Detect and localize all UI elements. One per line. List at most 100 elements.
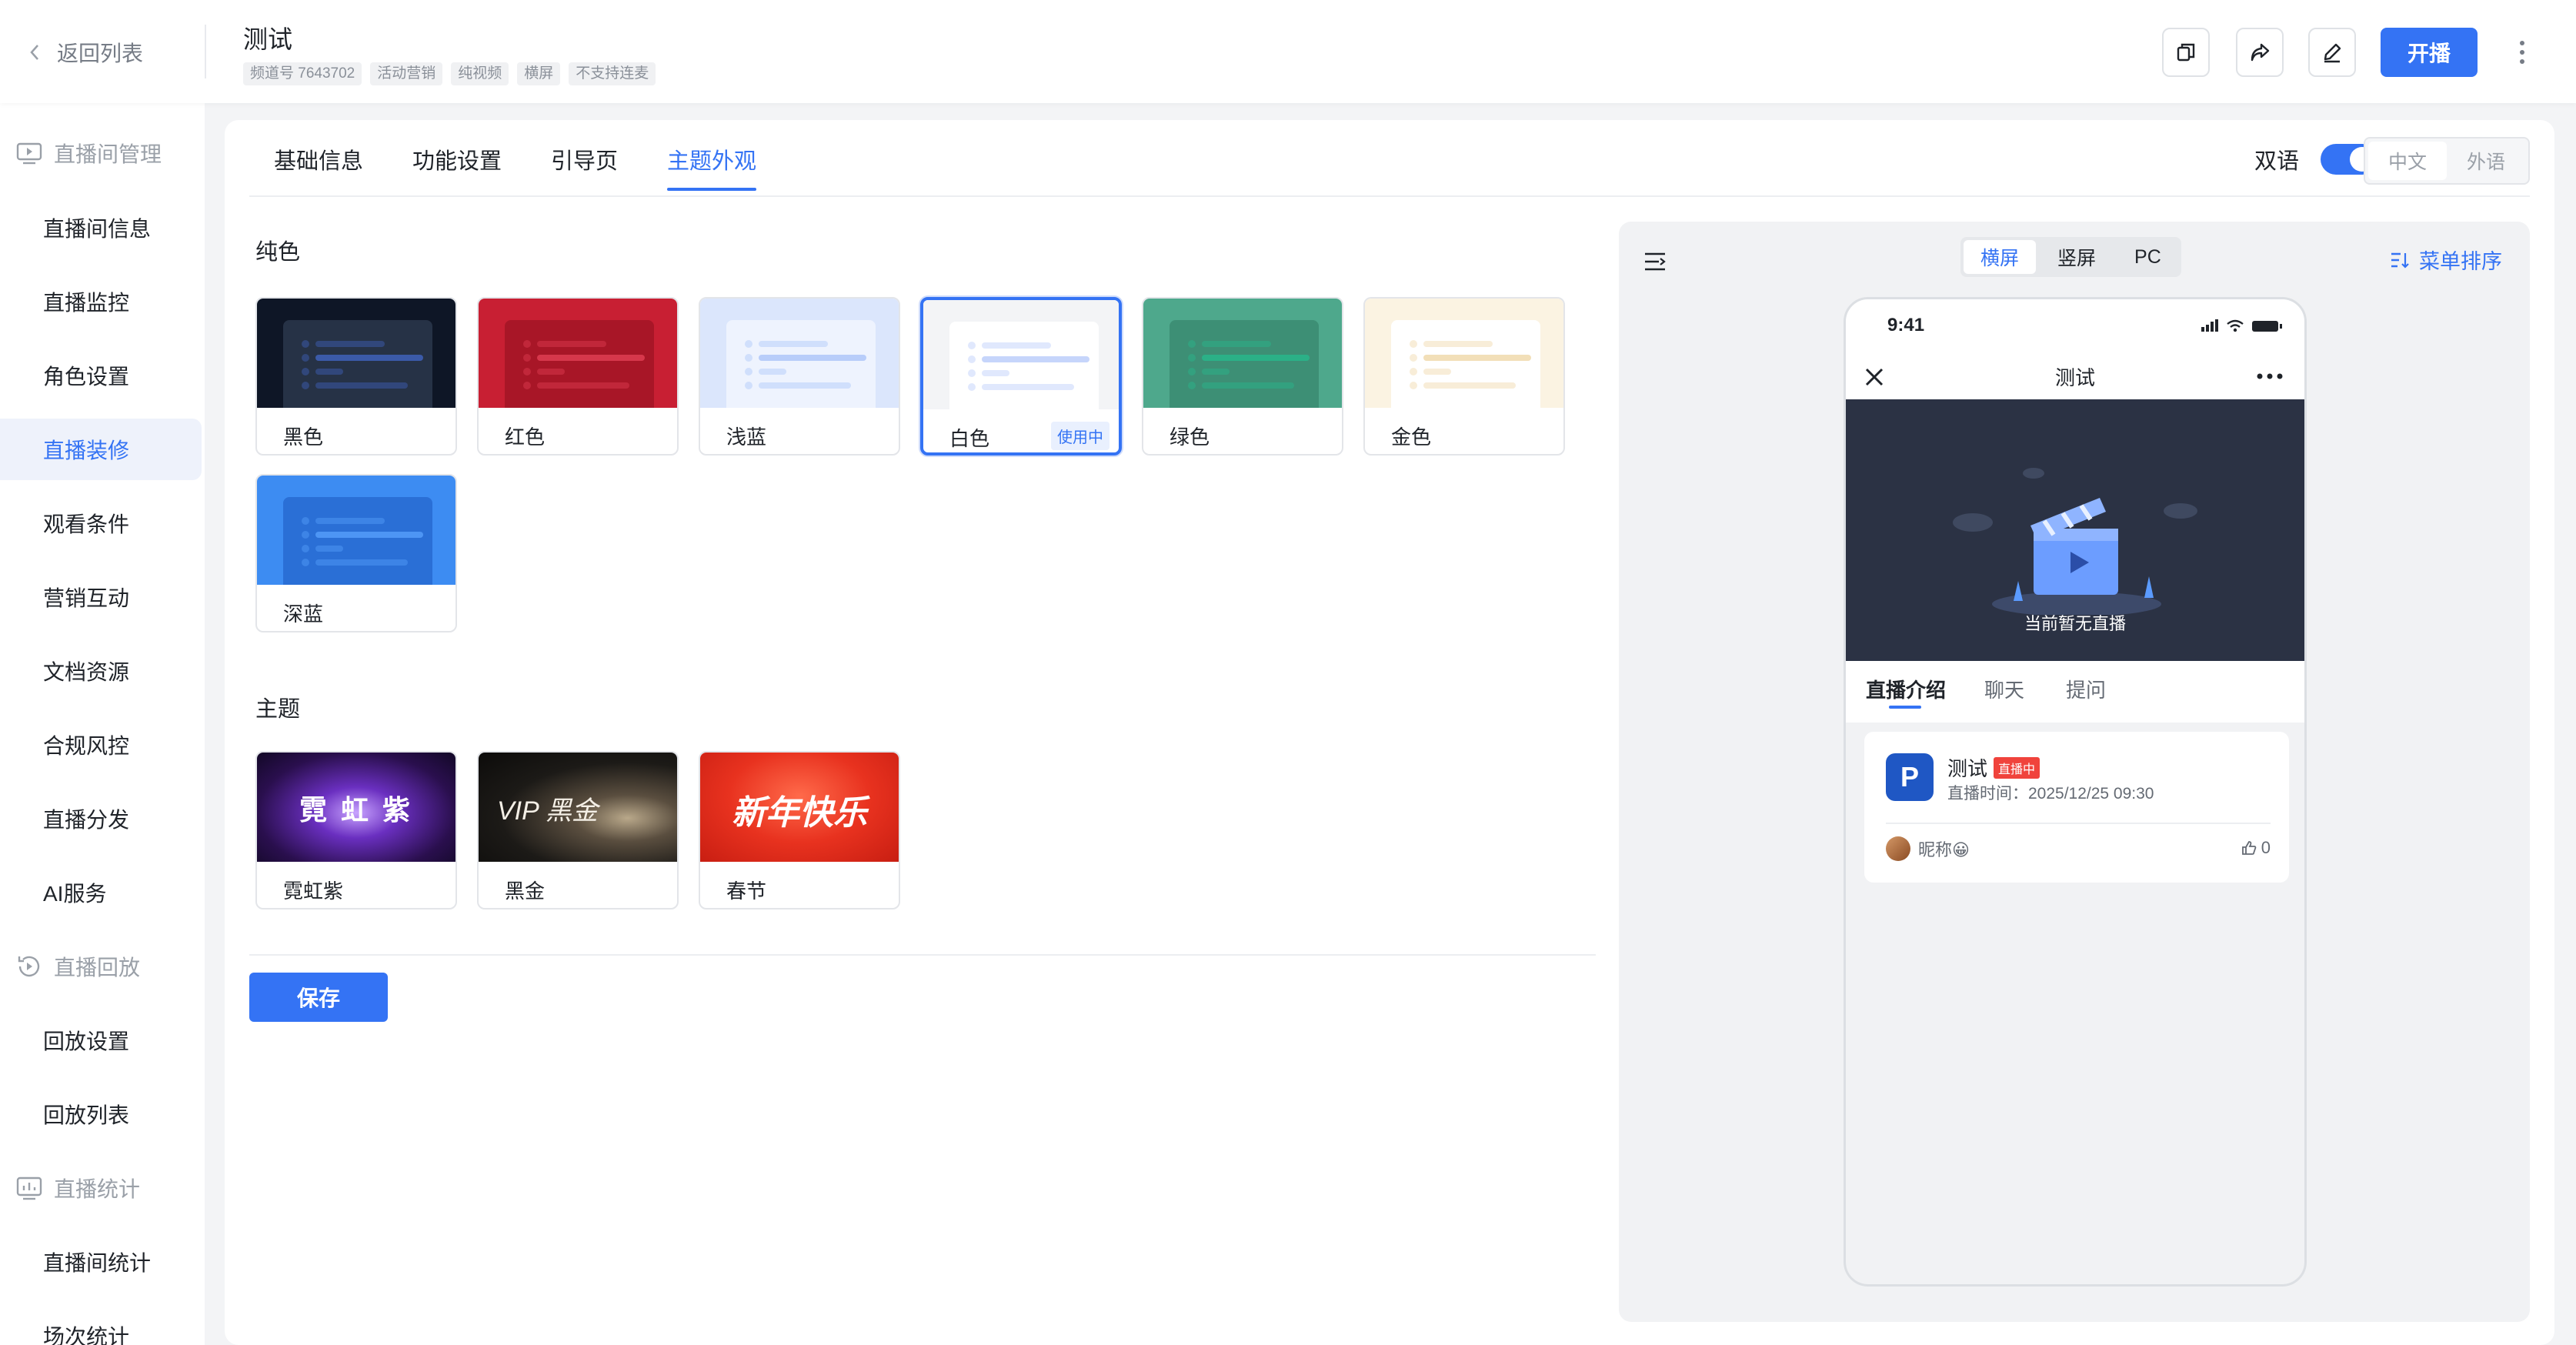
tab-theme[interactable]: 主题外观 <box>667 143 757 191</box>
preview-line <box>759 382 851 389</box>
preview-line <box>315 382 408 389</box>
color-card-preview <box>700 299 899 408</box>
menu-sort-label: 菜单排序 <box>2419 250 2502 273</box>
tab-basic-info[interactable]: 基础信息 <box>274 143 363 191</box>
channel-tag: 纯视频 <box>451 62 509 85</box>
preview-dot <box>523 368 531 375</box>
color-card-label: 红色 <box>505 426 546 449</box>
color-card[interactable]: 红色 <box>477 297 679 456</box>
copy-button[interactable] <box>2162 28 2210 77</box>
theme-card-neon-purple[interactable]: 霓 虹 紫 霓虹紫 <box>255 751 457 909</box>
preview-dot <box>1410 382 1417 389</box>
sidebar-item-session-stats[interactable]: 场次统计 <box>0 1305 202 1345</box>
sidebar-item-watch-conditions[interactable]: 观看条件 <box>0 492 202 554</box>
preview-dot <box>745 368 752 375</box>
language-option-chinese[interactable]: 中文 <box>2368 142 2447 180</box>
sidebar-item-live-decoration[interactable]: 直播装修 <box>0 419 202 480</box>
sidebar-item-marketing[interactable]: 营销互动 <box>0 566 202 628</box>
preview-line <box>982 384 1074 390</box>
channel-name: 测试 <box>1947 757 1988 780</box>
sort-icon <box>2391 252 2409 269</box>
theme-card-spring-festival[interactable]: 新年快乐 春节 <box>699 751 900 909</box>
sidebar-item-replay-list[interactable]: 回放列表 <box>0 1083 202 1145</box>
phone-time: 9:41 <box>1887 315 1925 335</box>
sidebar-item-room-stats[interactable]: 直播间统计 <box>0 1231 202 1293</box>
color-card[interactable]: 黑色 <box>255 297 457 456</box>
theme-card-label: 黑金 <box>505 879 546 903</box>
preview-dot <box>302 545 309 552</box>
theme-card-black-gold[interactable]: VIP 黑金 黑金 <box>477 751 679 909</box>
solid-section-title: 纯色 <box>255 240 301 265</box>
sidebar-group-stats[interactable]: 直播统计 <box>15 1166 140 1210</box>
sidebar-item-role-settings[interactable]: 角色设置 <box>0 345 202 406</box>
preview-dot <box>1410 354 1417 362</box>
preview-dot <box>302 340 309 348</box>
theme-card-label: 春节 <box>726 879 767 903</box>
channel-tag: 频道号 7643702 <box>243 62 362 85</box>
sidebar-group-label: 直播间管理 <box>54 142 162 166</box>
orientation-portrait[interactable]: 竖屏 <box>2040 240 2113 274</box>
color-card-pane <box>949 322 1099 409</box>
phone-tab-intro[interactable]: 直播介绍 <box>1866 675 1946 703</box>
color-card-label: 绿色 <box>1170 426 1210 449</box>
orientation-pc[interactable]: PC <box>2117 240 2178 274</box>
back-to-list-button[interactable]: 返回列表 <box>29 34 143 71</box>
language-option-foreign[interactable]: 外语 <box>2447 142 2525 180</box>
sidebar-item-documents[interactable]: 文档资源 <box>0 640 202 702</box>
sidebar-group-live-room[interactable]: 直播间管理 <box>15 132 162 175</box>
sidebar-item-replay-settings[interactable]: 回放设置 <box>0 1010 202 1071</box>
preview-line <box>1423 369 1451 375</box>
tab-function-settings[interactable]: 功能设置 <box>412 143 502 191</box>
tab-guide-page[interactable]: 引导页 <box>551 143 618 191</box>
header-divider <box>205 25 206 78</box>
more-horizontal-icon[interactable] <box>2257 373 2283 379</box>
preview-line <box>315 341 385 347</box>
sidebar-item-compliance[interactable]: 合规风控 <box>0 714 202 776</box>
preview-line <box>315 546 343 552</box>
save-button[interactable]: 保存 <box>249 973 388 1022</box>
sidebar-group-label: 直播回放 <box>54 956 141 980</box>
preview-line <box>537 341 606 347</box>
sidebar-item-ai-service[interactable]: AI服务 <box>0 862 202 923</box>
color-card-label: 浅蓝 <box>726 426 767 449</box>
sidebar-group-replay[interactable]: 直播回放 <box>15 945 140 988</box>
color-card-pane <box>283 497 432 585</box>
color-card-pane <box>1170 320 1319 408</box>
color-card[interactable]: 深蓝 <box>255 474 457 632</box>
preview-dot <box>745 340 752 348</box>
edit-button[interactable] <box>2308 28 2356 77</box>
color-card[interactable]: 绿色 <box>1142 297 1343 456</box>
share-button[interactable] <box>2236 28 2284 77</box>
preview-dot <box>1188 368 1196 375</box>
preview-line <box>1423 341 1493 347</box>
more-button[interactable] <box>2507 28 2538 77</box>
nickname: 昵称😀 <box>1918 840 1970 859</box>
start-live-button[interactable]: 开播 <box>2381 28 2478 77</box>
menu-sort-button[interactable]: 菜单排序 <box>2390 245 2502 275</box>
orientation-landscape[interactable]: 横屏 <box>1964 240 2037 274</box>
preview-dot <box>1188 340 1196 348</box>
channel-tag: 不支持连麦 <box>569 62 656 85</box>
sidebar-item-live-info[interactable]: 直播间信息 <box>0 197 202 259</box>
preview-dot <box>523 382 531 389</box>
color-card[interactable]: 白色 使用中 <box>920 297 1122 456</box>
phone-tab-indicator <box>1889 706 1921 709</box>
color-card[interactable]: 金色 <box>1363 297 1565 456</box>
phone-status-icons <box>2201 319 2282 332</box>
preview-line <box>315 559 408 566</box>
preview-dot <box>968 383 976 391</box>
menu-toggle-icon[interactable] <box>1643 251 1667 272</box>
sidebar-item-distribution[interactable]: 直播分发 <box>0 788 202 849</box>
phone-tab-questions[interactable]: 提问 <box>2066 675 2106 703</box>
chevron-left-icon <box>30 45 38 60</box>
back-label: 返回列表 <box>57 42 144 65</box>
color-card[interactable]: 浅蓝 <box>699 297 900 456</box>
no-live-text: 当前暂无直播 <box>2024 614 2126 633</box>
bilingual-control: 双语 <box>2254 143 2377 175</box>
thumbs-up-icon <box>2241 841 2257 855</box>
sidebar: 直播间管理 直播间信息 直播监控 角色设置 直播装修 观看条件 营销互动 文档资… <box>0 103 205 1345</box>
language-segmented: 中文 外语 <box>2364 137 2530 185</box>
sidebar-item-live-monitor[interactable]: 直播监控 <box>0 271 202 332</box>
phone-tab-chat[interactable]: 聊天 <box>1984 675 2024 703</box>
like-button[interactable]: 0 <box>2241 838 2271 858</box>
